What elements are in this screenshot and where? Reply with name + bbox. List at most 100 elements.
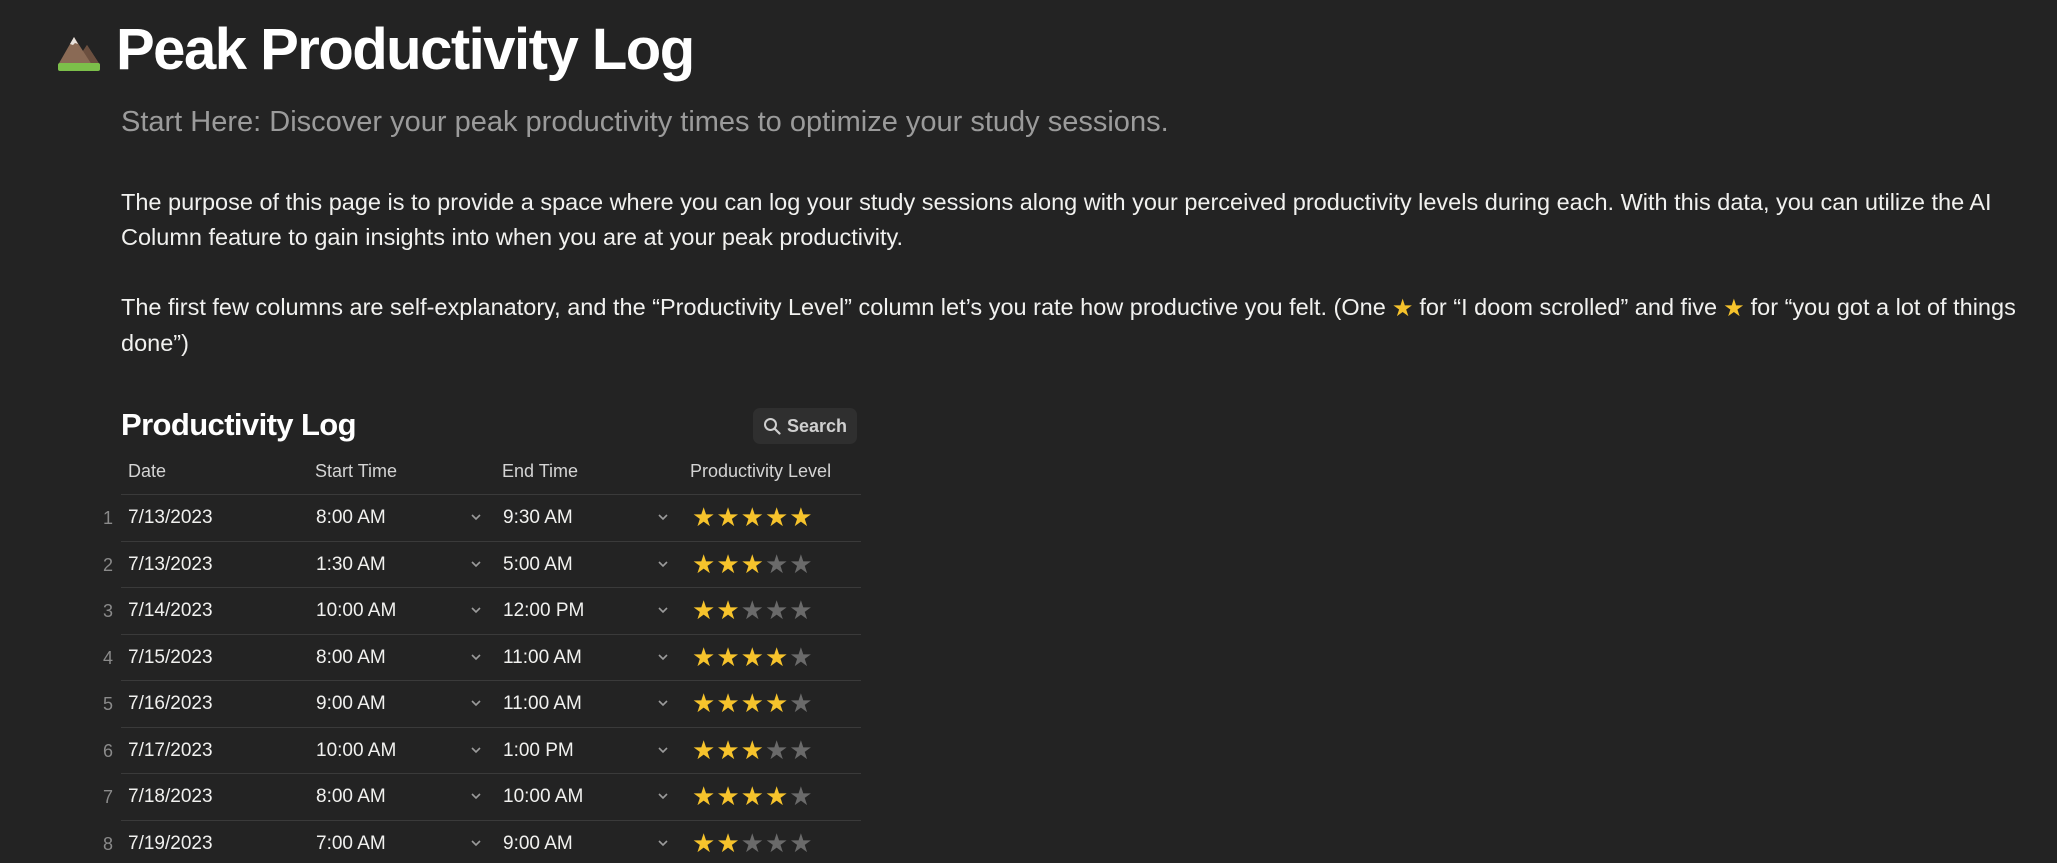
cell-date[interactable]: 7/19/2023 <box>128 833 213 855</box>
cell-end-time[interactable]: 9:00 AM <box>503 833 573 855</box>
chevron-down-icon[interactable] <box>656 696 670 710</box>
star-filled-icon[interactable]: ★ <box>716 644 739 670</box>
cell-end-time[interactable]: 5:00 AM <box>503 554 573 576</box>
star-empty-icon[interactable]: ★ <box>789 830 812 856</box>
cell-productivity-rating[interactable]: ★ ★ ★ ★ ★ <box>692 597 813 623</box>
star-filled-icon[interactable]: ★ <box>765 504 788 530</box>
chevron-down-icon[interactable] <box>469 743 483 757</box>
cell-end-time[interactable]: 11:00 AM <box>503 647 582 669</box>
column-header-date[interactable]: Date <box>128 461 166 482</box>
chevron-down-icon[interactable] <box>656 836 670 850</box>
star-filled-icon[interactable]: ★ <box>692 504 715 530</box>
star-filled-icon[interactable]: ★ <box>692 737 715 763</box>
cell-end-time[interactable]: 11:00 AM <box>503 693 582 715</box>
star-filled-icon[interactable]: ★ <box>741 737 764 763</box>
star-empty-icon[interactable]: ★ <box>765 551 788 577</box>
cell-productivity-rating[interactable]: ★ ★ ★ ★ ★ <box>692 783 813 809</box>
cell-date[interactable]: 7/16/2023 <box>128 693 213 715</box>
table-row[interactable]: 7 7/18/2023 8:00 AM 10:00 AM ★ ★ ★ ★ ★ <box>103 774 861 821</box>
star-empty-icon[interactable]: ★ <box>765 597 788 623</box>
cell-date[interactable]: 7/13/2023 <box>128 507 213 529</box>
star-empty-icon[interactable]: ★ <box>765 830 788 856</box>
mountain-icon[interactable] <box>56 27 102 73</box>
cell-start-time[interactable]: 8:00 AM <box>316 647 386 669</box>
cell-productivity-rating[interactable]: ★ ★ ★ ★ ★ <box>692 830 813 856</box>
star-empty-icon[interactable]: ★ <box>789 597 812 623</box>
cell-start-time[interactable]: 9:00 AM <box>316 693 386 715</box>
star-filled-icon[interactable]: ★ <box>741 644 764 670</box>
star-empty-icon[interactable]: ★ <box>789 551 812 577</box>
chevron-down-icon[interactable] <box>656 650 670 664</box>
table-row[interactable]: 6 7/17/2023 10:00 AM 1:00 PM ★ ★ ★ ★ ★ <box>103 728 861 774</box>
cell-date[interactable]: 7/14/2023 <box>128 600 213 622</box>
star-filled-icon[interactable]: ★ <box>741 690 764 716</box>
star-filled-icon[interactable]: ★ <box>716 737 739 763</box>
star-filled-icon[interactable]: ★ <box>765 644 788 670</box>
cell-end-time[interactable]: 1:00 PM <box>503 740 574 762</box>
column-header-start-time[interactable]: Start Time <box>315 461 397 482</box>
star-filled-icon[interactable]: ★ <box>741 504 764 530</box>
table-row[interactable]: 1 7/13/2023 8:00 AM 9:30 AM ★ ★ ★ ★ ★ <box>103 495 861 542</box>
cell-start-time[interactable]: 8:00 AM <box>316 786 386 808</box>
star-filled-icon[interactable]: ★ <box>789 504 812 530</box>
star-filled-icon[interactable]: ★ <box>692 551 715 577</box>
chevron-down-icon[interactable] <box>656 557 670 571</box>
cell-start-time[interactable]: 8:00 AM <box>316 507 386 529</box>
cell-date[interactable]: 7/17/2023 <box>128 740 213 762</box>
table-row[interactable]: 3 7/14/2023 10:00 AM 12:00 PM ★ ★ ★ ★ ★ <box>103 588 861 635</box>
table-row[interactable]: 5 7/16/2023 9:00 AM 11:00 AM ★ ★ ★ ★ ★ <box>103 681 861 728</box>
star-filled-icon[interactable]: ★ <box>716 551 739 577</box>
star-filled-icon[interactable]: ★ <box>692 830 715 856</box>
chevron-down-icon[interactable] <box>469 696 483 710</box>
cell-date[interactable]: 7/18/2023 <box>128 786 213 808</box>
star-filled-icon[interactable]: ★ <box>692 597 715 623</box>
cell-start-time[interactable]: 1:30 AM <box>316 554 386 576</box>
cell-end-time[interactable]: 12:00 PM <box>503 600 584 622</box>
star-filled-icon[interactable]: ★ <box>716 690 739 716</box>
star-empty-icon[interactable]: ★ <box>741 830 764 856</box>
chevron-down-icon[interactable] <box>656 603 670 617</box>
column-header-end-time[interactable]: End Time <box>502 461 578 482</box>
cell-productivity-rating[interactable]: ★ ★ ★ ★ ★ <box>692 644 813 670</box>
star-filled-icon[interactable]: ★ <box>741 551 764 577</box>
cell-productivity-rating[interactable]: ★ ★ ★ ★ ★ <box>692 690 813 716</box>
cell-start-time[interactable]: 10:00 AM <box>316 740 396 762</box>
table-row[interactable]: 2 7/13/2023 1:30 AM 5:00 AM ★ ★ ★ ★ ★ <box>103 542 861 588</box>
cell-date[interactable]: 7/13/2023 <box>128 554 213 576</box>
star-filled-icon[interactable]: ★ <box>716 504 739 530</box>
star-filled-icon[interactable]: ★ <box>692 783 715 809</box>
chevron-down-icon[interactable] <box>469 510 483 524</box>
column-header-productivity-level[interactable]: Productivity Level <box>690 461 831 482</box>
star-filled-icon[interactable]: ★ <box>692 644 715 670</box>
chevron-down-icon[interactable] <box>469 557 483 571</box>
star-empty-icon[interactable]: ★ <box>789 644 812 670</box>
star-filled-icon[interactable]: ★ <box>716 597 739 623</box>
star-filled-icon[interactable]: ★ <box>716 830 739 856</box>
cell-productivity-rating[interactable]: ★ ★ ★ ★ ★ <box>692 551 813 577</box>
star-filled-icon[interactable]: ★ <box>716 783 739 809</box>
cell-productivity-rating[interactable]: ★ ★ ★ ★ ★ <box>692 504 813 530</box>
chevron-down-icon[interactable] <box>656 510 670 524</box>
star-empty-icon[interactable]: ★ <box>789 690 812 716</box>
chevron-down-icon[interactable] <box>469 650 483 664</box>
cell-end-time[interactable]: 9:30 AM <box>503 507 573 529</box>
star-filled-icon[interactable]: ★ <box>765 690 788 716</box>
cell-start-time[interactable]: 10:00 AM <box>316 600 396 622</box>
star-empty-icon[interactable]: ★ <box>765 737 788 763</box>
chevron-down-icon[interactable] <box>469 603 483 617</box>
table-row[interactable]: 4 7/15/2023 8:00 AM 11:00 AM ★ ★ ★ ★ ★ <box>103 635 861 681</box>
chevron-down-icon[interactable] <box>469 836 483 850</box>
star-filled-icon[interactable]: ★ <box>741 783 764 809</box>
table-row[interactable]: 8 7/19/2023 7:00 AM 9:00 AM ★ ★ ★ ★ ★ <box>103 821 861 863</box>
star-filled-icon[interactable]: ★ <box>765 783 788 809</box>
chevron-down-icon[interactable] <box>656 789 670 803</box>
database-title[interactable]: Productivity Log <box>121 407 357 443</box>
search-button[interactable]: Search <box>753 408 857 444</box>
chevron-down-icon[interactable] <box>656 743 670 757</box>
star-empty-icon[interactable]: ★ <box>789 783 812 809</box>
star-empty-icon[interactable]: ★ <box>741 597 764 623</box>
cell-start-time[interactable]: 7:00 AM <box>316 833 386 855</box>
star-filled-icon[interactable]: ★ <box>692 690 715 716</box>
chevron-down-icon[interactable] <box>469 789 483 803</box>
cell-productivity-rating[interactable]: ★ ★ ★ ★ ★ <box>692 737 813 763</box>
